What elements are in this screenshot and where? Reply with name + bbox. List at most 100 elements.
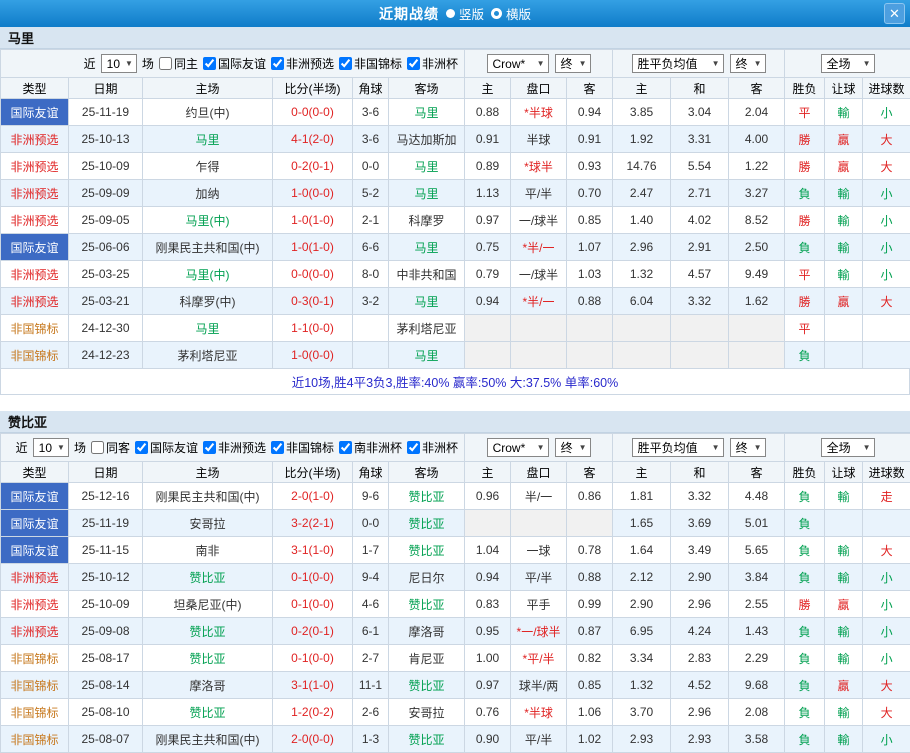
checkbox-input[interactable] — [339, 441, 352, 454]
handicap-result: 贏 — [825, 591, 863, 618]
checkbox-input[interactable] — [91, 441, 104, 454]
checkbox-input[interactable] — [203, 441, 216, 454]
filter-checkbox[interactable]: 非洲预选 — [203, 439, 266, 456]
close-button[interactable]: ✕ — [884, 3, 905, 24]
euro-avg-select[interactable]: 胜平负均值▼ — [632, 54, 724, 73]
filter-checkbox[interactable]: 非洲杯 — [407, 55, 458, 72]
match-result: 平 — [785, 99, 825, 126]
corners-cell — [353, 315, 389, 342]
match-count-select[interactable]: 10▼ — [33, 438, 69, 457]
filter-checkbox[interactable]: 非洲杯 — [407, 439, 458, 456]
handicap-result: 輸 — [825, 207, 863, 234]
asian-home-odds: 0.91 — [465, 126, 511, 153]
checkbox-input[interactable] — [407, 441, 420, 454]
checkbox-input[interactable] — [407, 57, 420, 70]
match-tbody: 国际友谊25-12-16刚果民主共和国(中)2-0(1-0)9-6赞比亚0.96… — [1, 483, 910, 753]
euro-draw-odds: 3.69 — [671, 510, 729, 537]
layout-radio-horizontal[interactable]: 横版 — [491, 4, 531, 23]
checkbox-input[interactable] — [203, 57, 216, 70]
away-team-cell: 科摩罗 — [389, 207, 465, 234]
euro-home-odds: 1.40 — [613, 207, 671, 234]
odds-stage-select[interactable]: 终▼ — [555, 54, 591, 73]
score-cell: 0-0(0-0) — [273, 261, 353, 288]
corners-cell: 8-0 — [353, 261, 389, 288]
checkbox-input[interactable] — [271, 441, 284, 454]
euro-avg-select[interactable]: 胜平负均值▼ — [632, 438, 724, 457]
filter-checkbox[interactable]: 同主 — [159, 55, 198, 72]
home-team-cell: 安哥拉 — [143, 510, 273, 537]
handicap-result: 輸 — [825, 180, 863, 207]
asian-away-odds: 1.06 — [567, 699, 613, 726]
filter-checkbox[interactable]: 南非洲杯 — [339, 439, 402, 456]
euro-home-odds: 2.12 — [613, 564, 671, 591]
date-cell: 25-08-07 — [69, 726, 143, 753]
handicap-result: 輸 — [825, 483, 863, 510]
filter-checkbox[interactable]: 非洲预选 — [271, 55, 334, 72]
euro-stage-select[interactable]: 终▼ — [730, 54, 766, 73]
layout-radio-vertical[interactable]: 竖版 — [446, 4, 484, 23]
filter-checkbox[interactable]: 非国锦标 — [271, 439, 334, 456]
checkbox-input[interactable] — [159, 57, 172, 70]
chevron-down-icon: ▼ — [712, 59, 720, 68]
euro-stage-select[interactable]: 终▼ — [730, 438, 766, 457]
asian-home-odds — [465, 315, 511, 342]
checkbox-input[interactable] — [135, 441, 148, 454]
euro-away-odds: 1.43 — [729, 618, 785, 645]
match-tbody: 国际友谊25-11-19约旦(中)0-0(0-0)3-6马里0.88*半球0.9… — [1, 99, 910, 369]
asian-away-odds: 0.88 — [567, 564, 613, 591]
euro-draw-odds: 5.54 — [671, 153, 729, 180]
asian-handicap: 平/半 — [511, 564, 567, 591]
euro-home-odds: 3.85 — [613, 99, 671, 126]
goals-result: 大 — [863, 153, 910, 180]
euro-home-odds: 1.32 — [613, 672, 671, 699]
match-result: 負 — [785, 618, 825, 645]
euro-home-odds — [613, 315, 671, 342]
match-row: 非国锦标24-12-30马里1-1(0-0)茅利塔尼亚平 — [1, 315, 910, 342]
goals-result: 小 — [863, 180, 910, 207]
radio-icon — [446, 9, 455, 18]
checkbox-input[interactable] — [339, 57, 352, 70]
asian-away-odds: 0.78 — [567, 537, 613, 564]
asian-home-odds: 1.04 — [465, 537, 511, 564]
match-result: 負 — [785, 234, 825, 261]
match-row: 非洲预选25-10-13马里4-1(2-0)3-6马达加斯加0.91半球0.91… — [1, 126, 910, 153]
close-icon: ✕ — [889, 6, 900, 22]
euro-home-odds: 3.34 — [613, 645, 671, 672]
bookmaker-select[interactable]: Crow*▼ — [487, 54, 549, 73]
date-cell: 24-12-30 — [69, 315, 143, 342]
corners-cell: 2-6 — [353, 699, 389, 726]
home-team-cell: 科摩罗(中) — [143, 288, 273, 315]
filter-checkbox[interactable]: 国际友谊 — [135, 439, 198, 456]
corners-cell: 1-7 — [353, 537, 389, 564]
match-result: 勝 — [785, 153, 825, 180]
corners-cell: 4-6 — [353, 591, 389, 618]
match-result: 負 — [785, 672, 825, 699]
euro-home-odds: 1.65 — [613, 510, 671, 537]
type-cell: 非洲预选 — [1, 591, 69, 618]
column-header: 主 — [465, 78, 511, 99]
team-section-mali: 马里 近 10▼ 场 同主国际友谊非洲预选非国锦标非洲杯 Crow*▼ — [0, 27, 910, 395]
checkbox-input[interactable] — [271, 57, 284, 70]
chevron-down-icon: ▼ — [712, 443, 720, 452]
column-header: 让球 — [825, 78, 863, 99]
filter-checkbox[interactable]: 国际友谊 — [203, 55, 266, 72]
column-header: 类型 — [1, 462, 69, 483]
corners-cell: 3-6 — [353, 126, 389, 153]
match-count-select[interactable]: 10▼ — [101, 54, 137, 73]
filter-checkbox[interactable]: 同客 — [91, 439, 130, 456]
team-section-zambia: 赞比亚 近 10▼ 场 同客国际友谊非洲预选非国锦标南非洲杯非洲杯 Crow*▼ — [0, 411, 910, 753]
bookmaker-select[interactable]: Crow*▼ — [487, 438, 549, 457]
scope-select[interactable]: 全场▼ — [821, 54, 875, 73]
filter-bar: 近 10▼ 场 同主国际友谊非洲预选非国锦标非洲杯 — [1, 50, 464, 77]
asian-away-odds: 0.88 — [567, 288, 613, 315]
filter-checkbox[interactable]: 非国锦标 — [339, 55, 402, 72]
column-header: 主场 — [143, 78, 273, 99]
match-row: 非洲预选25-09-09加纳1-0(0-0)5-2马里1.13平/半0.702.… — [1, 180, 910, 207]
column-header: 和 — [671, 78, 729, 99]
asian-away-odds: 0.87 — [567, 618, 613, 645]
scope-select[interactable]: 全场▼ — [821, 438, 875, 457]
euro-away-odds: 4.48 — [729, 483, 785, 510]
score-cell: 1-2(0-2) — [273, 699, 353, 726]
checkbox-label: 非洲杯 — [422, 439, 458, 456]
odds-stage-select[interactable]: 终▼ — [555, 438, 591, 457]
